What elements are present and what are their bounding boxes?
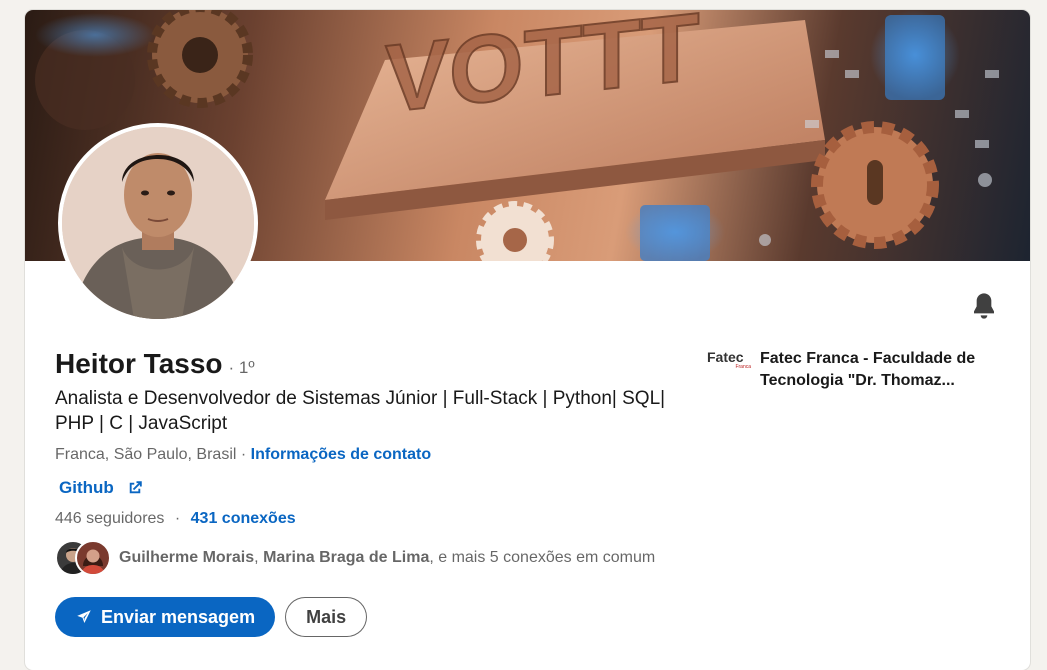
bell-icon[interactable] (968, 290, 1000, 322)
mutual-connections[interactable]: Guilherme Morais, Marina Braga de Lima, … (55, 540, 655, 576)
profile-avatar[interactable] (58, 123, 258, 323)
connection-degree: · 1º (228, 358, 255, 377)
website-link[interactable]: Github (59, 478, 144, 498)
send-message-label: Enviar mensagem (101, 606, 256, 627)
name-row: Heitor Tasso · 1º (55, 348, 255, 380)
mutual-separator: , (254, 549, 259, 566)
external-link-icon (126, 479, 144, 497)
profile-actions: Enviar mensagem Mais (55, 597, 368, 637)
connections-link[interactable]: 431 conexões (191, 510, 296, 527)
education-entry[interactable]: Fatec Franca Fatec Franca - Faculdade de… (707, 348, 1000, 392)
website-label[interactable]: Github (59, 478, 114, 498)
send-icon (75, 608, 93, 626)
send-message-button[interactable]: Enviar mensagem (55, 597, 276, 637)
mutual-avatars (55, 540, 111, 576)
mutual-avatar (75, 540, 111, 576)
profile-location: Franca, São Paulo, Brasil (55, 446, 237, 463)
profile-headline: Analista e Desenvolvedor de Sistemas Jún… (55, 388, 666, 434)
stats-separator: · (174, 510, 181, 527)
mutual-name-2[interactable]: Marina Braga de Lima (263, 549, 429, 567)
mutual-suffix: , e mais 5 conexões em comum (429, 549, 656, 566)
profile-name: Heitor Tasso (55, 348, 223, 379)
school-name[interactable]: Fatec Franca - Faculdade de Tecnologia "… (760, 348, 1000, 392)
school-logo: Fatec Franca (707, 350, 751, 382)
contact-info-link[interactable]: Informações de contato (251, 446, 431, 463)
school-logo-text: Fatec (707, 349, 744, 365)
avatar-photo (62, 127, 254, 319)
profile-card: VOTTT Heitor Tasso · 1º Analista e Desen… (25, 10, 1030, 670)
more-button[interactable]: Mais (285, 597, 368, 637)
network-stats: 446 seguidores · 431 conexões (55, 510, 296, 528)
mutual-name-1[interactable]: Guilherme Morais (119, 549, 254, 567)
location-separator: · (240, 446, 247, 463)
location-row: Franca, São Paulo, Brasil · Informações … (55, 446, 431, 464)
followers-count: 446 seguidores (55, 510, 165, 527)
